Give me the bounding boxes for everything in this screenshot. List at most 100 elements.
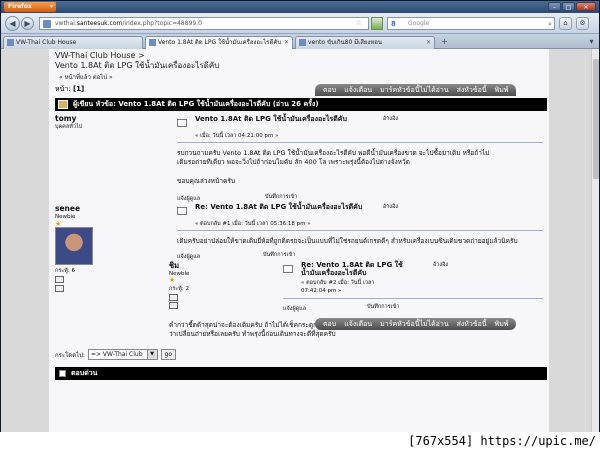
post-count: กระทู้: 6 [55, 268, 75, 274]
topic-icon [58, 100, 68, 109]
reply-button[interactable]: ตอบ [323, 319, 336, 330]
quote-button[interactable]: อ้างอิง [383, 203, 398, 212]
browser-window: Firefox ▾ – □ ✕ ◀ ▶ vwthai.santeesuk.com/… [0, 0, 600, 433]
expand-icon[interactable] [59, 370, 66, 377]
message-icon[interactable] [55, 285, 64, 292]
send-topic-button[interactable]: ส่งหัวข้อนี้ [457, 319, 487, 330]
post-title-link[interactable]: Re: Vento 1.8At ติด LPG ใช้น้ำมันเครื่อง… [301, 261, 411, 277]
close-tab-icon[interactable]: ✕ [426, 37, 431, 48]
post-divider [177, 230, 543, 231]
back-icon[interactable]: ◀ [5, 16, 20, 31]
go-button[interactable] [371, 17, 383, 30]
post-time: 07:42:04 pm » [301, 288, 342, 294]
tab-vento-noise[interactable]: vento ขับเกิน80 มีเสียงหอน ✕ [295, 36, 435, 49]
print-button[interactable]: พิมพ์ [495, 319, 509, 330]
quote-button[interactable]: อ้างอิง [433, 261, 448, 270]
image-footer: [767x554] https://upic.me/ [0, 432, 600, 452]
search-placeholder: Google [408, 20, 430, 27]
page-viewport: VW-Thai Club House > Vento 1.8At ติด LPG… [1, 49, 599, 433]
topic-header: ผู้เขียน หัวข้อ: Vento 1.8At ติด LPG ใช้… [55, 98, 547, 111]
post-divider [283, 298, 543, 299]
home-icon[interactable]: ⌂ [559, 17, 572, 30]
new-tab-icon[interactable]: + [439, 37, 450, 48]
minimize-icon[interactable]: – [548, 2, 561, 11]
mark-unread-button[interactable]: มาร์คหัวข้อนี้ไม่ได้อ่าน [380, 319, 448, 330]
post-body-line: ขอบคุณล่วงหน้าครับ [177, 177, 236, 185]
report-moderator-link[interactable]: แจ้งผู้ดูแล [177, 253, 200, 262]
jump-to-form: กระโดดไป: => VW-Thai Club ▼ go [55, 349, 176, 360]
post-title-link[interactable]: Vento 1.8At ติด LPG ใช้น้ำมันเครื่องอะไร… [195, 115, 380, 123]
tab-favicon-icon [149, 39, 156, 46]
breadcrumb-topic: Vento 1.8At ติด LPG ใช้น้ำมันเครื่องอะไร… [55, 61, 220, 70]
post-body-line: เติมรอถ่ายทีเดียว พอจะวิ่งไปถ้าก่อนไมคับ… [177, 158, 410, 166]
tab-vento-topic[interactable]: Vento 1.8At ติด LPG ใช้น้ำมันเครื่องอะไร… [145, 36, 293, 49]
post-date: « ตอบกลับ #1 เมื่อ: วันนี้ เวลา 05:36:18… [195, 221, 311, 227]
post-author[interactable]: senee [55, 204, 80, 213]
print-button[interactable]: พิมพ์ [495, 85, 509, 96]
vertical-scrollbar[interactable] [591, 49, 599, 433]
logged-label: บันทึกการเข้า [367, 304, 400, 310]
topic-action-bar-bottom: ตอบ แจ้งเตือน มาร์คหัวข้อนี้ไม่ได้อ่าน ส… [315, 318, 517, 330]
tab-list-icon[interactable]: ▾ [586, 37, 597, 48]
scrollbar-thumb[interactable] [593, 59, 599, 179]
forward-icon[interactable]: ▶ [21, 17, 34, 30]
window-controls: – □ ✕ [548, 2, 596, 12]
post-body-line: ว่าเปลี่ยนถ่ายหรือเลยครับ ทำพรุ่งนี้ก่อน… [169, 330, 336, 338]
close-tab-icon[interactable]: ✕ [284, 37, 289, 48]
url-prefix: vwthai. [55, 20, 77, 27]
breadcrumb: VW-Thai Club House > Vento 1.8At ติด LPG… [55, 51, 219, 71]
reply-button[interactable]: ตอบ [323, 85, 336, 96]
post-divider [177, 142, 543, 143]
rank-star-icon: ★ [169, 276, 176, 284]
jump-select-value: => VW-Thai Club [90, 351, 143, 358]
google-icon: 8 [391, 20, 396, 28]
post-body-line: เติมครับอย่าปล่อยให้ขาดเติมยี่ห้อที่ถูกต… [177, 237, 518, 245]
profile-icon[interactable] [169, 294, 178, 301]
post-icon [177, 207, 187, 215]
search-icon[interactable]: ⌕ [548, 19, 552, 30]
post-title-link[interactable]: Re: Vento 1.8At ติด LPG ใช้น้ำมันเครื่อง… [195, 203, 380, 211]
post-count: กระทู้: 2 [169, 286, 189, 292]
close-window-icon[interactable]: ✕ [576, 2, 596, 11]
go-button[interactable]: go [160, 349, 176, 360]
firefox-menu-button[interactable]: Firefox ▾ [4, 2, 56, 12]
notify-button[interactable]: แจ้งเตือน [344, 319, 372, 330]
watermark: [767x554] https://upic.me/ [408, 434, 596, 448]
avatar [55, 227, 93, 265]
send-topic-button[interactable]: ส่งหัวข้อนี้ [457, 85, 487, 96]
quick-reply-label: ตอบด่วน [71, 369, 98, 377]
maximize-icon[interactable]: □ [562, 2, 575, 11]
address-bar[interactable]: vwthai.santeesuk.com/index.php?topic=488… [39, 17, 369, 30]
topic-action-bar: ตอบ แจ้งเตือน มาร์คหัวข้อนี้ไม่ได้อ่าน ส… [315, 84, 517, 96]
navigation-toolbar: ◀ ▶ vwthai.santeesuk.com/index.php?topic… [1, 13, 599, 34]
search-input[interactable]: 8 Google ⌕ [387, 17, 555, 30]
post-author[interactable]: ชิม [169, 261, 179, 270]
message-icon[interactable] [169, 302, 178, 309]
post-date: « เมื่อ: วันนี้ เวลา 04:21:00 pm » [195, 133, 279, 139]
tab-vw-thai-club-house[interactable]: VW-Thai Club House [3, 36, 143, 49]
report-moderator-link[interactable]: แจ้งผู้ดูแล [283, 305, 306, 314]
notify-button[interactable]: แจ้งเตือน [344, 85, 372, 96]
quick-reply-bar[interactable]: ตอบด่วน [55, 367, 547, 380]
tab-label: VW-Thai Club House [16, 39, 77, 46]
quote-button[interactable]: อ้างอิง [383, 115, 398, 124]
chevron-down-icon: ▾ [49, 3, 53, 10]
tab-favicon-icon [299, 39, 306, 46]
tab-label: Vento 1.8At ติด LPG ใช้น้ำมันเครื่องอะไร… [158, 39, 282, 46]
tab-favicon-icon [7, 39, 14, 46]
jump-label: กระโดดไป: [55, 351, 85, 359]
chevron-down-icon: ▼ [146, 350, 157, 359]
title-bar: Firefox ▾ – □ ✕ [1, 1, 599, 13]
settings-icon[interactable]: ⚙ [576, 17, 589, 30]
bookmark-star-icon[interactable]: ☆ [356, 18, 362, 29]
breadcrumb-home-link[interactable]: VW-Thai Club House > [55, 51, 219, 61]
jump-select[interactable]: => VW-Thai Club ▼ [87, 349, 158, 360]
current-page[interactable]: [1] [73, 85, 84, 93]
mark-unread-button[interactable]: มาร์คหัวข้อนี้ไม่ได้อ่าน [380, 85, 448, 96]
topic-header-text: ผู้เขียน หัวข้อ: Vento 1.8At ติด LPG ใช้… [73, 100, 319, 108]
prev-next-links[interactable]: « หน้าที่แล้ว ต่อไป » [59, 72, 113, 82]
logged-label: บันทึกการเข้า [265, 194, 298, 200]
tab-bar: VW-Thai Club House Vento 1.8At ติด LPG ใ… [1, 34, 599, 49]
post-author[interactable]: tomy [55, 114, 76, 123]
profile-icon[interactable] [55, 276, 64, 283]
